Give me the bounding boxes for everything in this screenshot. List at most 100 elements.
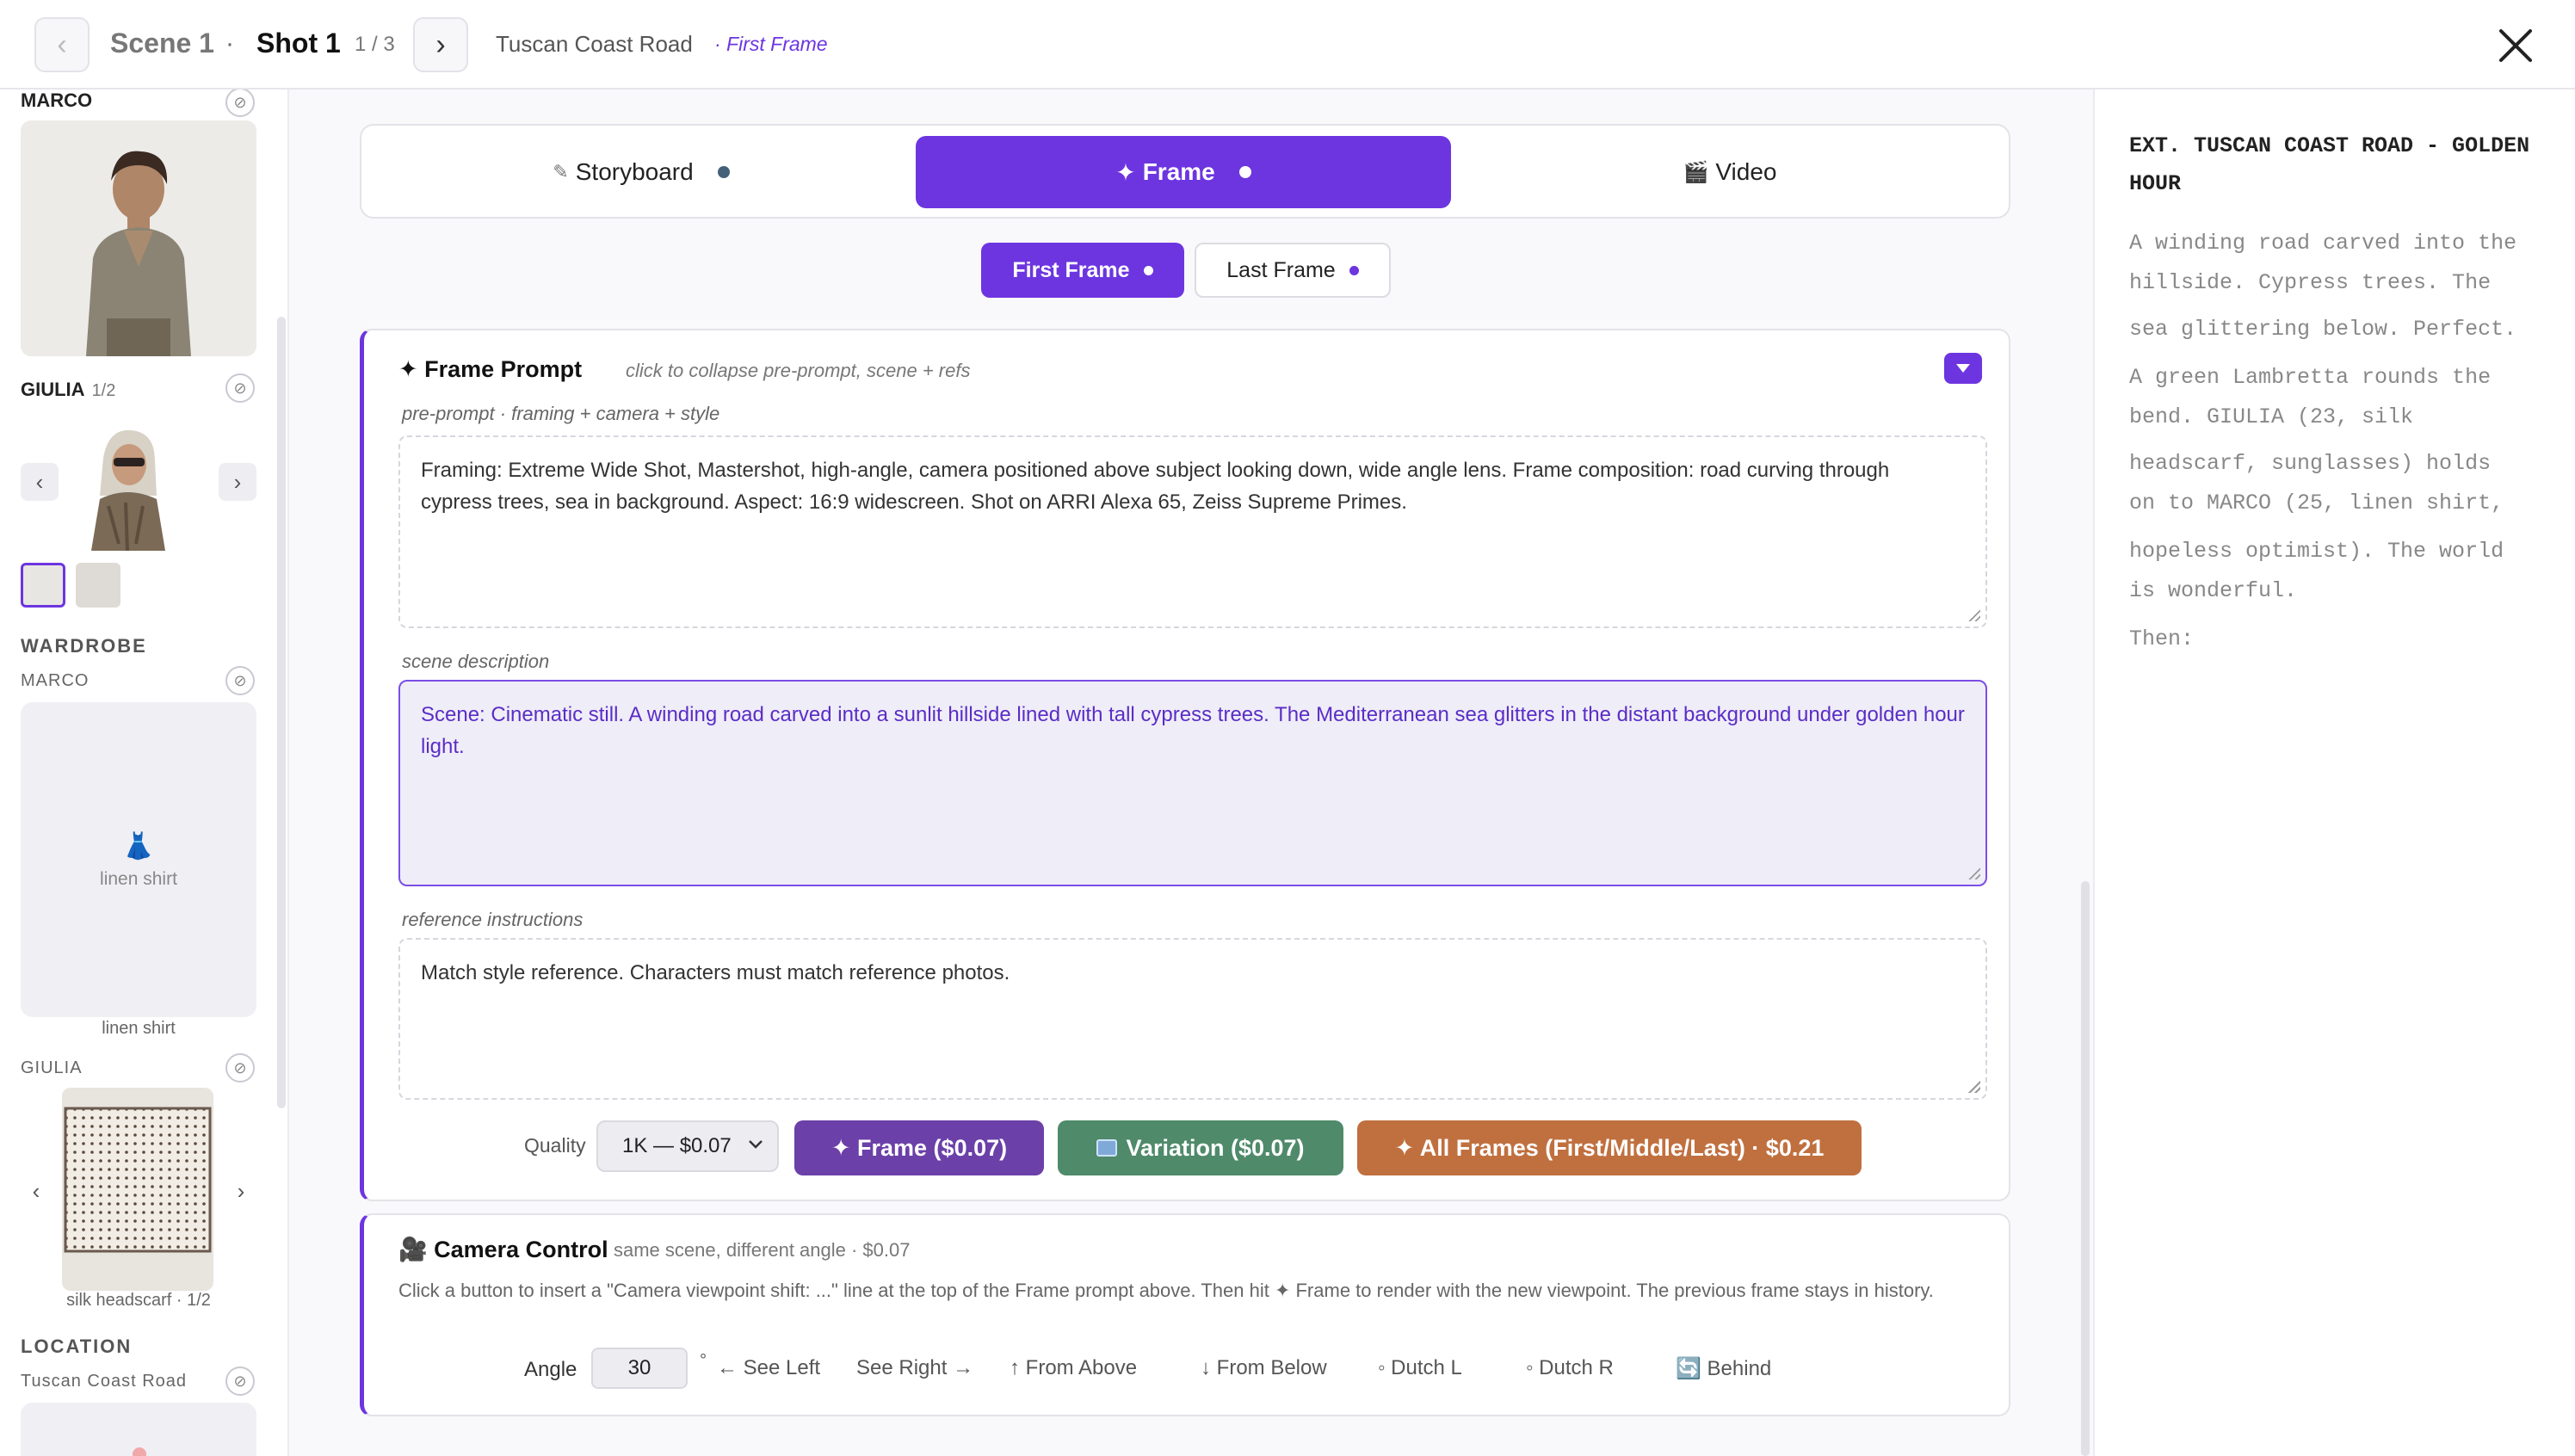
- script-line: is wonderful.: [2129, 578, 2298, 603]
- resize-handle[interactable]: [1968, 609, 1980, 621]
- status-dot: [717, 166, 730, 178]
- see-left-button[interactable]: ← See Left: [717, 1356, 820, 1380]
- chevron-right-icon: ›: [233, 468, 242, 495]
- lock-marco-button[interactable]: ⊘: [225, 89, 255, 117]
- shuffle-icon: [1096, 1139, 1118, 1157]
- shot-title: Shot 1: [256, 28, 341, 59]
- camera-control-hint: same scene, different angle · $0.07: [614, 1239, 911, 1261]
- wardrobe-item-label: linen shirt: [100, 869, 177, 889]
- reference-instructions-text: Match style reference. Characters must m…: [421, 961, 1010, 984]
- scene-title: Scene 1: [110, 28, 214, 59]
- collapse-button[interactable]: [1944, 353, 1982, 384]
- last-frame-tab[interactable]: Last Frame: [1195, 243, 1391, 298]
- lock-icon: ⊘: [233, 93, 247, 111]
- see-right-button[interactable]: See Right →: [856, 1356, 973, 1380]
- giulia-photo[interactable]: [74, 423, 181, 551]
- lock-wardrobe-marco-button[interactable]: ⊘: [225, 666, 255, 695]
- giulia-thumb-1[interactable]: [21, 563, 65, 608]
- angle-value: 30: [627, 1356, 651, 1379]
- wardrobe-caption-marco: linen shirt: [102, 1019, 176, 1038]
- preprompt-field[interactable]: Framing: Extreme Wide Shot, Mastershot, …: [398, 435, 1987, 628]
- location-label: Tuscan Coast Road: [21, 1372, 188, 1391]
- camera-control-title: 🎥 Camera Control: [398, 1237, 608, 1262]
- script-line: hillside. Cypress trees. The: [2129, 270, 2492, 295]
- left-sidebar: MARCO ⊘ GIULIA 1/2 ⊘ ‹ › WARDROBE MARCO ⊘…: [0, 89, 289, 1456]
- separator: ·: [225, 29, 234, 58]
- pencil-icon: ✎: [553, 161, 569, 182]
- main-scrollbar[interactable]: [2081, 881, 2090, 1456]
- script-line: hopeless optimist). The world: [2129, 539, 2504, 564]
- generate-frame-label: ✦ Frame ($0.07): [831, 1134, 1008, 1161]
- main-panel: ✎ Storyboard ✦ Frame 🎬 Video First Frame…: [289, 89, 2093, 1456]
- marco-photo[interactable]: [21, 120, 256, 356]
- frame-prompt-title[interactable]: ✦ Frame Prompt: [398, 356, 582, 383]
- giulia-thumb-2[interactable]: [76, 563, 120, 608]
- scene-description-text: Scene: Cinematic still. A winding road c…: [421, 703, 1965, 758]
- dutch-right-button[interactable]: ◦ Dutch R: [1526, 1356, 1614, 1380]
- quality-select[interactable]: 1K — $0.07: [596, 1120, 779, 1172]
- lock-icon: ⊘: [233, 1058, 247, 1077]
- sidebar-scrollbar[interactable]: [277, 317, 286, 1108]
- prev-shot-button[interactable]: ‹: [34, 17, 90, 72]
- location-heading: LOCATION: [21, 1336, 133, 1357]
- lock-icon: ⊘: [233, 379, 247, 397]
- next-shot-button[interactable]: ›: [413, 17, 468, 72]
- variation-button[interactable]: Variation ($0.07): [1058, 1120, 1343, 1175]
- camera-control-panel: 🎥 Camera Control same scene, different a…: [360, 1213, 2010, 1416]
- frame-prompt-hint: click to collapse pre-prompt, scene + re…: [626, 360, 971, 381]
- chevron-down-icon: [1956, 364, 1970, 373]
- chevron-left-icon: ‹: [32, 1177, 40, 1204]
- dress-icon: 👗: [122, 832, 155, 861]
- from-above-button[interactable]: ↑ From Above: [1010, 1356, 1137, 1380]
- tab-storyboard[interactable]: ✎ Storyboard: [379, 136, 904, 208]
- lock-giulia-button[interactable]: ⊘: [225, 373, 255, 403]
- tab-frame-label: Frame: [1142, 158, 1215, 185]
- close-icon[interactable]: [2496, 26, 2535, 65]
- lock-wardrobe-giulia-button[interactable]: ⊘: [225, 1053, 255, 1083]
- location-card[interactable]: [21, 1403, 256, 1456]
- tab-frame[interactable]: ✦ Frame: [916, 136, 1451, 208]
- pin-icon: [133, 1447, 146, 1456]
- frame-tag: · First Frame: [714, 33, 828, 55]
- script-panel: EXT. TUSCAN COAST ROAD - GOLDEN HOUR A w…: [2093, 89, 2575, 1456]
- resize-handle[interactable]: [1968, 1081, 1980, 1093]
- chevron-right-icon: ›: [435, 28, 446, 61]
- camera-control-description: Click a button to insert a "Camera viewp…: [398, 1280, 1934, 1301]
- tab-video-label: Video: [1715, 158, 1777, 185]
- lock-icon: ⊘: [233, 1372, 247, 1390]
- location-name: Tuscan Coast Road: [496, 31, 693, 57]
- scene-description-field[interactable]: Scene: Cinematic still. A winding road c…: [398, 680, 1987, 886]
- lock-location-button[interactable]: ⊘: [225, 1367, 255, 1396]
- tab-video[interactable]: 🎬 Video: [1463, 136, 1997, 208]
- behind-button[interactable]: 🔄 Behind: [1676, 1356, 1771, 1381]
- generate-frame-button[interactable]: ✦ Frame ($0.07): [794, 1120, 1044, 1175]
- giulia-next-button[interactable]: ›: [219, 463, 256, 501]
- chevron-left-icon: ‹: [35, 468, 44, 495]
- angle-input[interactable]: 30: [591, 1348, 688, 1389]
- resize-handle[interactable]: [1968, 867, 1980, 879]
- first-frame-tab[interactable]: First Frame: [981, 243, 1184, 298]
- reference-instructions-label: reference instructions: [402, 909, 584, 930]
- wardrobe-caption-giulia: silk headscarf · 1/2: [66, 1291, 211, 1310]
- dutch-left-button[interactable]: ◦ Dutch L: [1378, 1356, 1462, 1380]
- preprompt-label: pre-prompt · framing + camera + style: [402, 403, 720, 424]
- character-name-marco: MARCO: [21, 89, 93, 111]
- script-line: A green Lambretta rounds the: [2129, 365, 2492, 390]
- from-below-button[interactable]: ↓ From Below: [1201, 1356, 1327, 1380]
- lock-icon: ⊘: [233, 671, 247, 689]
- all-frames-label: ✦ All Frames (First/Middle/Last) · $0.21: [1394, 1134, 1825, 1161]
- angle-label: Angle: [524, 1358, 577, 1381]
- wardrobe-prev-button[interactable]: ‹: [17, 1172, 55, 1210]
- first-frame-label: First Frame: [1012, 257, 1130, 282]
- all-frames-button[interactable]: ✦ All Frames (First/Middle/Last) · $0.21: [1357, 1120, 1862, 1175]
- variation-label: Variation ($0.07): [1126, 1134, 1305, 1161]
- wardrobe-next-button[interactable]: ›: [222, 1172, 260, 1210]
- silk-headscarf-photo[interactable]: [62, 1088, 213, 1291]
- reference-instructions-field[interactable]: Match style reference. Characters must m…: [398, 938, 1987, 1100]
- character-name-giulia: GIULIA 1/2: [21, 379, 116, 400]
- status-dot: [1143, 265, 1153, 275]
- wardrobe-card-marco[interactable]: 👗 linen shirt: [21, 702, 256, 1017]
- degree-symbol: °: [700, 1351, 707, 1370]
- giulia-prev-button[interactable]: ‹: [21, 463, 59, 501]
- top-bar: ‹ Scene 1 · Shot 1 1 / 3 › Tuscan Coast …: [0, 0, 2575, 89]
